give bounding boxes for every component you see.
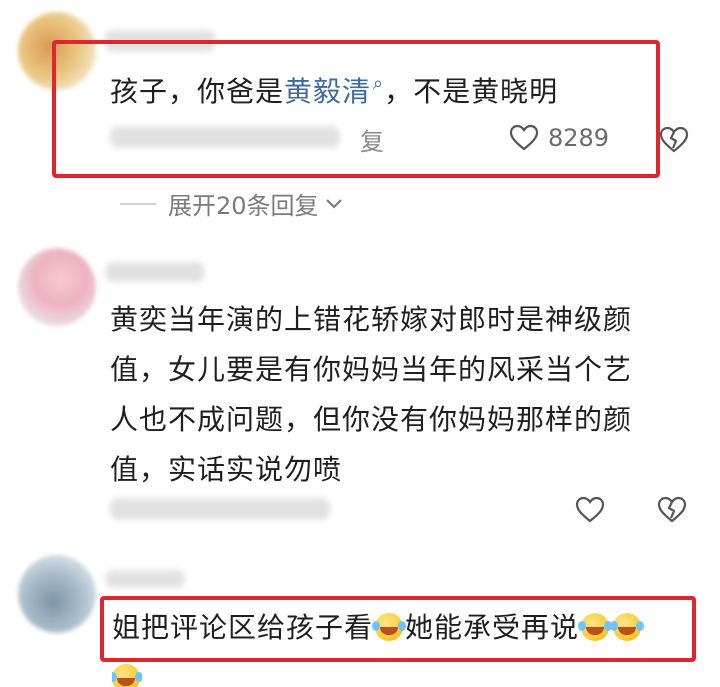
username-blurred[interactable]: [105, 262, 205, 282]
comment-text-part: 姐把评论区给孩子看: [112, 611, 374, 644]
comment-text-part: 她能承受再说: [405, 611, 580, 644]
comment-text: 孩子，你爸是黄毅清 ⌕，不是黄晓明: [110, 64, 670, 112]
comment-line: 人也不成问题，但你没有你妈妈那样的颜: [110, 403, 633, 436]
search-icon: ⌕: [373, 73, 385, 94]
comment-text: 黄奕当年演的上错花轿嫁对郎时是神级颜 值，女儿要是有你妈妈当年的风采当个艺 人也…: [110, 295, 700, 495]
divider: [120, 202, 156, 205]
comment-text: 姐把评论区给孩子看 她能承受再说: [112, 606, 692, 650]
comment-line: 值，女儿要是有你妈妈当年的风采当个艺: [110, 353, 633, 386]
mention-link[interactable]: 黄毅清 ⌕: [284, 73, 385, 108]
chevron-down-icon: [325, 198, 342, 209]
laughing-tears-emoji: [610, 613, 642, 641]
reply-label[interactable]: 复: [360, 122, 384, 157]
broken-heart-icon[interactable]: [658, 124, 690, 156]
laughing-tears-emoji: [112, 664, 140, 687]
expand-replies[interactable]: 展开20条回复: [120, 186, 343, 221]
broken-heart-icon[interactable]: [656, 494, 688, 526]
laughing-tears-emoji: [372, 613, 404, 641]
laughing-tears-emoji: [578, 613, 610, 641]
avatar[interactable]: [18, 555, 96, 633]
comment-text-part: ，不是黄晓明: [384, 75, 559, 108]
mention-label: 黄毅清: [284, 75, 372, 108]
expand-replies-label: 展开20条回复: [168, 192, 319, 220]
emoji-clipped: [112, 664, 142, 687]
comment-line: 值，实话实说勿喷: [110, 453, 343, 486]
avatar[interactable]: [18, 248, 96, 326]
heart-outline-icon[interactable]: [574, 494, 606, 526]
heart-outline-icon: [509, 124, 539, 151]
comment-line: 黄奕当年演的上错花轿嫁对郎时是神级颜: [110, 303, 633, 336]
username-blurred[interactable]: [105, 570, 185, 588]
timestamp-blurred: [110, 126, 340, 148]
comment-text-part: 孩子，你爸是: [110, 75, 285, 108]
like-button[interactable]: 8289: [508, 122, 609, 154]
timestamp-blurred: [110, 498, 330, 520]
like-count: 8289: [548, 124, 610, 152]
